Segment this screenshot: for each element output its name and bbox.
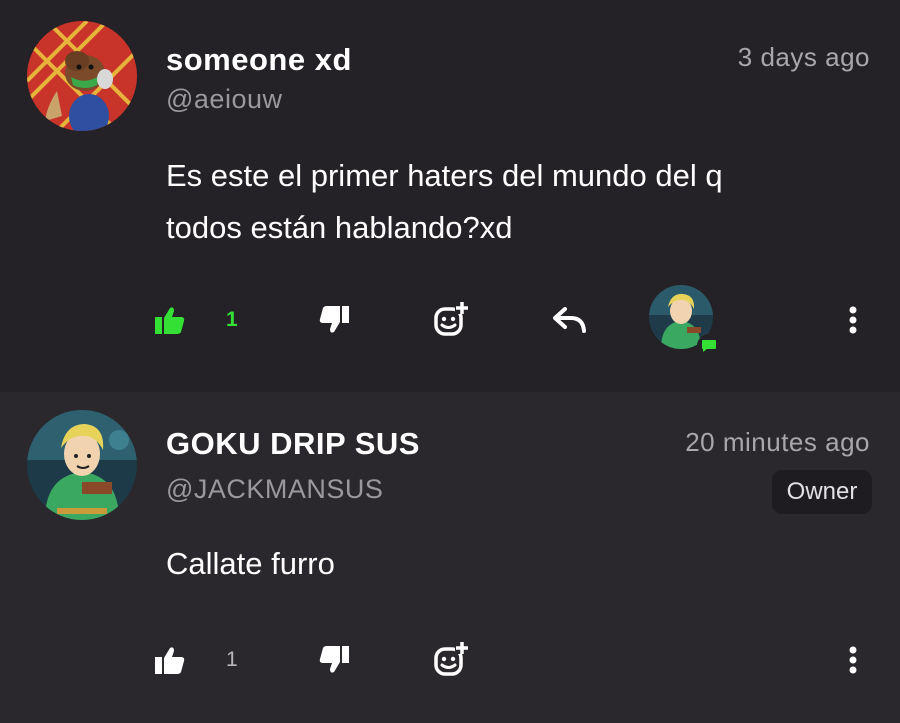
more-options-button[interactable] xyxy=(838,630,868,690)
comment-text: Callate furro xyxy=(166,538,846,590)
furry-character-avatar-icon xyxy=(27,21,137,131)
like-button[interactable] xyxy=(150,630,190,690)
timestamp: 20 minutes ago xyxy=(685,427,870,457)
comment-item: someone xd @aeiouw 3 days ago Es este el… xyxy=(0,0,900,392)
like-count: 1 xyxy=(226,308,238,331)
comment-actions: 1 xyxy=(0,630,900,690)
dislike-button[interactable] xyxy=(314,630,354,690)
reply-icon xyxy=(553,307,586,333)
timestamp: 3 days ago xyxy=(737,42,870,72)
reply-indicator xyxy=(697,334,721,358)
author-name[interactable]: GOKU DRIP SUS xyxy=(166,426,420,462)
like-count: 1 xyxy=(226,648,238,671)
owner-badge: Owner xyxy=(772,470,872,514)
comment-text: Es este el primer haters del mundo del q… xyxy=(166,150,846,254)
reply-button[interactable] xyxy=(550,290,590,350)
dislike-button[interactable] xyxy=(314,290,354,350)
add-reaction-icon xyxy=(434,642,469,676)
more-options-icon xyxy=(849,306,857,334)
like-icon xyxy=(155,647,185,674)
comment-actions: 1 xyxy=(0,285,900,358)
dislike-icon xyxy=(319,646,349,673)
add-reaction-icon xyxy=(434,302,469,336)
more-options-icon xyxy=(849,646,857,674)
add-reaction-button[interactable] xyxy=(428,290,474,350)
author-avatar[interactable] xyxy=(27,410,137,520)
comment-item: GOKU DRIP SUS @JACKMANSUS 20 minutes ago… xyxy=(0,392,900,723)
link-character-avatar-icon xyxy=(27,410,137,520)
comment-line: Es este el primer haters del mundo del q xyxy=(166,158,723,193)
author-handle[interactable]: @JACKMANSUS xyxy=(166,474,383,505)
comment-line: Callate furro xyxy=(166,546,335,581)
author-handle[interactable]: @aeiouw xyxy=(166,84,282,115)
author-name[interactable]: someone xd xyxy=(166,42,352,78)
add-reaction-button[interactable] xyxy=(428,630,474,690)
like-icon xyxy=(155,307,185,334)
dislike-icon xyxy=(319,306,349,333)
like-button[interactable] xyxy=(150,290,190,350)
more-options-button[interactable] xyxy=(838,290,868,350)
chat-bubble-icon xyxy=(702,340,716,352)
comment-line: todos están hablando?xd xyxy=(166,210,513,245)
author-avatar[interactable] xyxy=(27,21,137,131)
